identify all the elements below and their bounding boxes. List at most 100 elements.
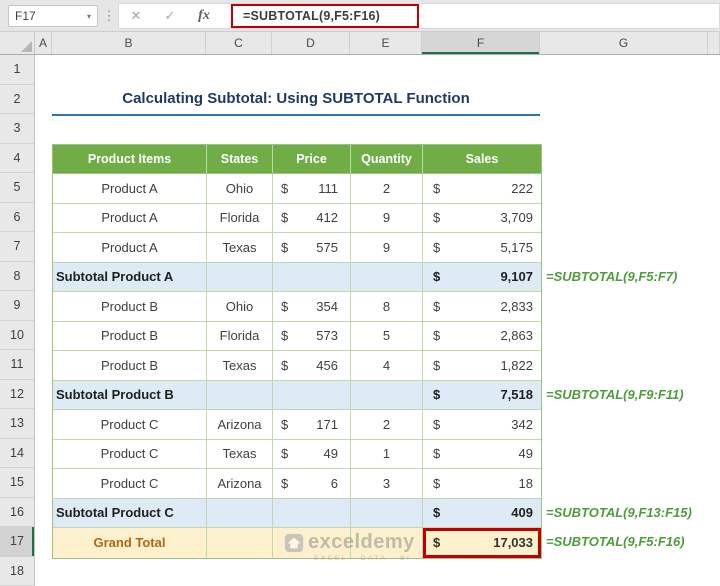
state-cell[interactable]: Florida [207,204,273,233]
sales-cell[interactable]: $1,822 [423,351,541,380]
quantity-cell[interactable]: 9 [351,204,423,233]
subtotal-sales-cell[interactable]: $409 [423,499,541,528]
product-cell[interactable]: Product C [53,440,207,469]
row-header-16[interactable]: 16 [0,498,34,528]
quantity-cell[interactable]: 9 [351,233,423,262]
column-header-B[interactable]: B [52,32,206,54]
subtotal-label-cell[interactable]: Subtotal Product B [53,381,207,410]
row-header-4[interactable]: 4 [0,144,34,174]
row-header-9[interactable]: 9 [0,291,34,321]
row-header-10[interactable]: 10 [0,321,34,351]
empty-cell[interactable] [351,499,423,528]
grand-total-label-cell[interactable]: Grand Total [53,528,207,558]
price-cell[interactable]: $354 [273,292,351,321]
empty-cell[interactable] [273,263,351,292]
row-header-3[interactable]: 3 [0,114,34,144]
row-header-8[interactable]: 8 [0,262,34,292]
cancel-icon[interactable]: ✕ [119,8,153,24]
chevron-down-icon[interactable]: ▾ [87,12,91,21]
product-cell[interactable]: Product A [53,174,207,203]
product-cell[interactable]: Product A [53,233,207,262]
table-column-header[interactable]: Product Items [53,145,207,174]
product-cell[interactable]: Product C [53,469,207,498]
row-header-11[interactable]: 11 [0,350,34,380]
subtotal-label-cell[interactable]: Subtotal Product A [53,263,207,292]
price-cell[interactable]: $111 [273,174,351,203]
state-cell[interactable]: Ohio [207,292,273,321]
select-all-button[interactable] [0,32,35,54]
row-header-2[interactable]: 2 [0,85,34,115]
row-header-14[interactable]: 14 [0,439,34,469]
row-header-17[interactable]: 17 [0,527,34,557]
price-cell[interactable]: $171 [273,410,351,439]
state-cell[interactable]: Texas [207,351,273,380]
row-header-6[interactable]: 6 [0,203,34,233]
column-header-D[interactable]: D [272,32,350,54]
quantity-cell[interactable]: 2 [351,410,423,439]
subtotal-label-cell[interactable]: Subtotal Product C [53,499,207,528]
insert-function-icon[interactable]: fx [187,8,221,24]
row-header-1[interactable]: 1 [0,55,34,85]
empty-cell[interactable] [273,499,351,528]
empty-cell[interactable] [207,263,273,292]
state-cell[interactable]: Arizona [207,410,273,439]
column-header-F[interactable]: F [422,32,540,54]
sales-cell[interactable]: $3,709 [423,204,541,233]
table-column-header[interactable]: Price [273,145,351,174]
state-cell[interactable]: Ohio [207,174,273,203]
row-header-15[interactable]: 15 [0,468,34,498]
state-cell[interactable]: Arizona [207,469,273,498]
subtotal-sales-cell[interactable]: $9,107 [423,263,541,292]
price-cell[interactable]: $575 [273,233,351,262]
enter-icon[interactable]: ✓ [153,8,187,24]
quantity-cell[interactable]: 3 [351,469,423,498]
empty-cell[interactable] [273,381,351,410]
quantity-cell[interactable]: 2 [351,174,423,203]
product-cell[interactable]: Product A [53,204,207,233]
product-cell[interactable]: Product B [53,292,207,321]
price-cell[interactable]: $412 [273,204,351,233]
name-box[interactable]: F17 ▾ [8,5,98,27]
product-cell[interactable]: Product B [53,351,207,380]
empty-cell[interactable] [207,499,273,528]
empty-cell[interactable] [351,263,423,292]
product-cell[interactable]: Product C [53,410,207,439]
row-header-13[interactable]: 13 [0,409,34,439]
quantity-cell[interactable]: 4 [351,351,423,380]
row-header-18[interactable]: 18 [0,557,34,586]
state-cell[interactable]: Texas [207,233,273,262]
sales-cell[interactable]: $5,175 [423,233,541,262]
quantity-cell[interactable]: 8 [351,292,423,321]
table-column-header[interactable]: Sales [423,145,541,174]
empty-cell[interactable] [207,381,273,410]
column-header-G[interactable]: G [540,32,708,54]
quantity-cell[interactable]: 1 [351,440,423,469]
state-cell[interactable]: Texas [207,440,273,469]
sales-cell[interactable]: $2,833 [423,292,541,321]
state-cell[interactable]: Florida [207,322,273,351]
sales-cell[interactable]: $222 [423,174,541,203]
sales-cell[interactable]: $49 [423,440,541,469]
empty-cell[interactable] [351,381,423,410]
table-column-header[interactable]: States [207,145,273,174]
row-header-12[interactable]: 12 [0,380,34,410]
empty-cell[interactable] [207,528,273,558]
sales-cell[interactable]: $18 [423,469,541,498]
row-header-5[interactable]: 5 [0,173,34,203]
column-header-C[interactable]: C [206,32,272,54]
column-header-A[interactable]: A [35,32,52,54]
sales-cell[interactable]: $342 [423,410,541,439]
more-options-icon[interactable]: ⋮ [102,4,116,28]
price-cell[interactable]: $573 [273,322,351,351]
sales-cell[interactable]: $2,863 [423,322,541,351]
quantity-cell[interactable]: 5 [351,322,423,351]
column-header-E[interactable]: E [350,32,422,54]
price-cell[interactable]: $456 [273,351,351,380]
product-cell[interactable]: Product B [53,322,207,351]
price-cell[interactable]: $49 [273,440,351,469]
table-column-header[interactable]: Quantity [351,145,423,174]
formula-input[interactable]: =SUBTOTAL(9,F5:F16) [231,4,419,28]
row-header-7[interactable]: 7 [0,232,34,262]
subtotal-sales-cell[interactable]: $7,518 [423,381,541,410]
price-cell[interactable]: $6 [273,469,351,498]
